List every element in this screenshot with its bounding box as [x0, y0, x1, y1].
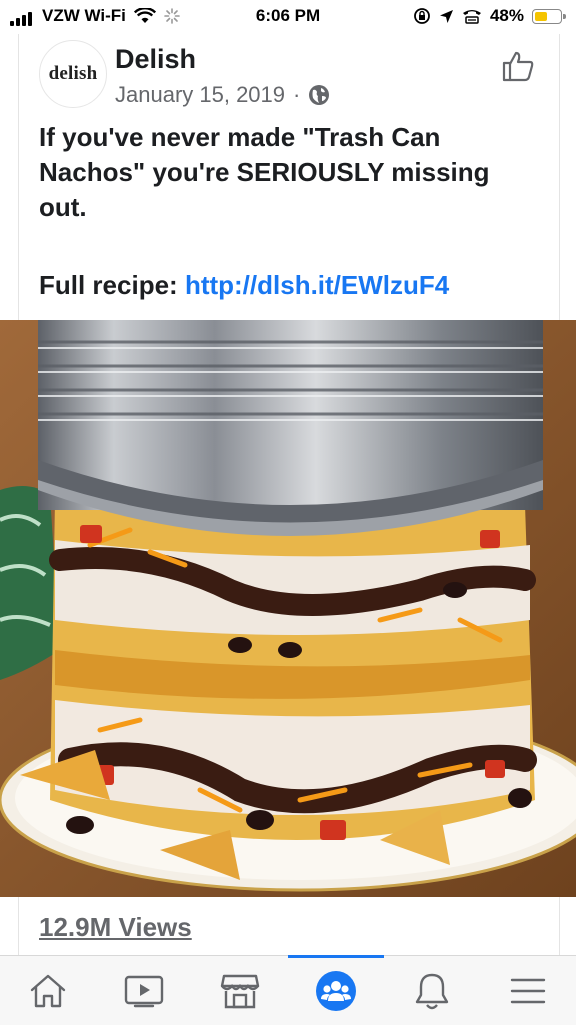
page-avatar[interactable]: delish: [39, 40, 107, 108]
tab-marketplace[interactable]: [192, 956, 288, 1025]
recipe-label: Full recipe:: [39, 270, 178, 300]
post-meta: January 15, 2019 ·: [115, 82, 330, 108]
recipe-line: Full recipe: http://dlsh.it/EWlzuF4: [39, 270, 449, 301]
tab-watch[interactable]: [96, 956, 192, 1025]
tab-groups[interactable]: [288, 955, 384, 1025]
groups-icon: [316, 970, 356, 1011]
meta-separator: ·: [293, 82, 301, 107]
globe-icon: [309, 85, 330, 105]
watch-icon: [124, 975, 164, 1007]
recipe-link[interactable]: http://dlsh.it/EWlzuF4: [185, 270, 449, 300]
status-bar: VZW Wi-Fi 6:06 PM 48%: [0, 0, 576, 34]
screen-lock-icon: [414, 8, 430, 24]
thumbs-up-icon: [502, 51, 534, 82]
tab-menu[interactable]: [480, 956, 576, 1025]
location-icon: [439, 9, 453, 23]
tty-icon: [462, 10, 481, 24]
avatar-logo-text: delish: [48, 63, 98, 84]
post-video[interactable]: [0, 320, 576, 897]
marketplace-icon: [220, 974, 260, 1008]
views-section: 12.9M Views: [18, 897, 560, 955]
battery-icon: [532, 8, 566, 24]
tab-notifications[interactable]: [384, 956, 480, 1025]
post-date[interactable]: January 15, 2019: [115, 82, 285, 108]
post-text: If you've never made "Trash Can Nachos" …: [39, 122, 490, 222]
nachos-photo: [0, 320, 576, 897]
page-name[interactable]: Delish: [115, 44, 196, 75]
home-icon: [30, 974, 66, 1007]
bell-icon: [415, 973, 449, 1009]
tab-home[interactable]: [0, 956, 96, 1025]
post-card: delish Delish January 15, 2019 · If you'…: [18, 34, 560, 320]
like-page-button[interactable]: [501, 50, 535, 87]
view-count[interactable]: 12.9M Views: [39, 912, 192, 943]
hamburger-menu-icon: [510, 978, 546, 1003]
bottom-tab-bar: [0, 955, 576, 1025]
battery-percent: 48%: [489, 6, 524, 25]
